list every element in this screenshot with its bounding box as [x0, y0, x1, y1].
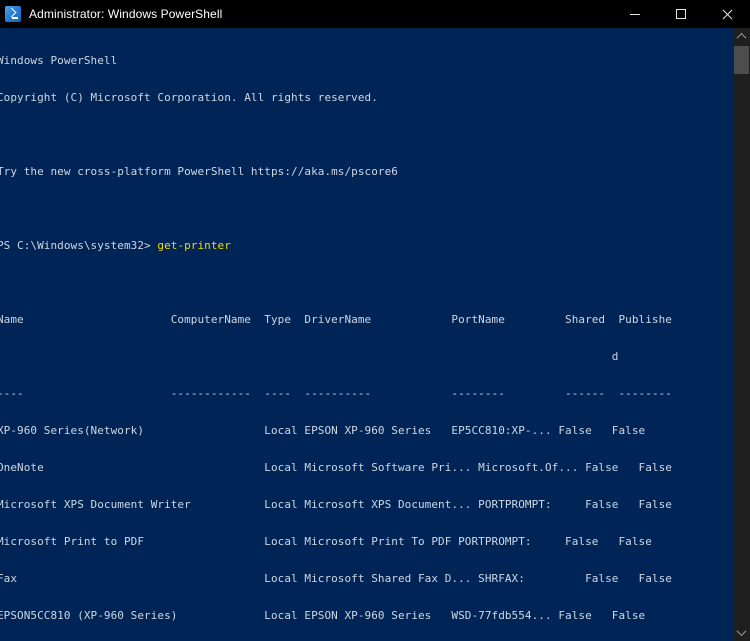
banner-line: Copyright (C) Microsoft Corporation. All…: [0, 90, 378, 104]
command-text: get-printer: [157, 238, 231, 252]
scrollbar-track[interactable]: [733, 45, 750, 624]
scroll-down-button[interactable]: [733, 624, 750, 641]
banner-line: Try the new cross-platform PowerShell ht…: [0, 164, 398, 178]
command-line: PS C:\Windows\system32> get-printer: [0, 238, 672, 252]
banner-line: Windows PowerShell: [0, 53, 118, 67]
vertical-scrollbar[interactable]: [733, 28, 750, 641]
console-text: Windows PowerShell Copyright (C) Microso…: [0, 30, 672, 641]
prompt-text: PS C:\Windows\system32>: [0, 238, 158, 252]
powershell-window: Administrator: Windows PowerShell Window…: [0, 0, 750, 641]
console-output-area[interactable]: Windows PowerShell Copyright (C) Microso…: [0, 28, 733, 641]
maximize-button[interactable]: [658, 0, 704, 28]
table-separator-line: ---- ------------ ---- ---------- ------…: [0, 386, 672, 400]
minimize-icon: [630, 13, 640, 15]
banner-blank-line: [0, 203, 672, 215]
window-title: Administrator: Windows PowerShell: [29, 7, 223, 21]
window-controls: [612, 0, 750, 28]
table-row: Microsoft XPS Document Writer Local Micr…: [0, 498, 672, 512]
title-bar[interactable]: Administrator: Windows PowerShell: [0, 0, 750, 28]
minimize-button[interactable]: [612, 0, 658, 28]
scrollbar-thumb[interactable]: [734, 46, 749, 74]
banner-blank-line: [0, 129, 672, 141]
table-header-line-1: Name ComputerName Type DriverName PortNa…: [0, 312, 672, 326]
table-row: EPSON5CC810 (XP-960 Series) Local EPSON …: [0, 609, 646, 623]
powershell-icon: [5, 6, 21, 22]
table-row: Fax Local Microsoft Shared Fax D... SHRF…: [0, 572, 672, 586]
close-button[interactable]: [704, 0, 750, 28]
scroll-up-button[interactable]: [733, 28, 750, 45]
chevron-down-icon: [736, 626, 747, 637]
maximize-icon: [676, 9, 686, 19]
table-header-line-2: d: [0, 349, 619, 363]
table-row: OneNote Local Microsoft Software Pri... …: [0, 461, 672, 475]
table-row: Microsoft Print to PDF Local Microsoft P…: [0, 535, 652, 549]
chevron-up-icon: [736, 32, 747, 43]
close-icon: [721, 8, 733, 20]
table-row: XP-960 Series(Network) Local EPSON XP-96…: [0, 424, 646, 437]
